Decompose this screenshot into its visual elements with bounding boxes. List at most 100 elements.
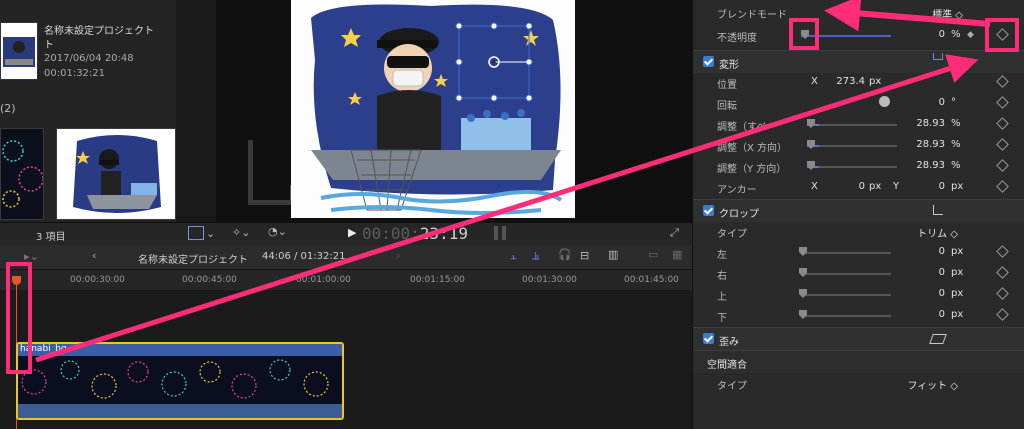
timeline-header: ▸⌄ ‹ 名称未設定プロジェクト 44:06 / 01:32:21 › ⫠ ⫡ …	[0, 245, 692, 270]
rotation-value[interactable]: 0	[913, 97, 945, 108]
transform-section-header[interactable]: 変形	[693, 50, 1024, 73]
scale-all-slider-knob[interactable]	[807, 119, 815, 128]
blend-mode-value[interactable]: 標準 ◇	[923, 6, 963, 21]
crop-left-unit: px	[951, 246, 964, 257]
index-icon[interactable]: ▭	[648, 248, 658, 261]
crop-top-unit: px	[951, 288, 964, 299]
distort-section-header[interactable]: 歪み	[693, 327, 1024, 350]
project-name: 名称未設定プロジェクト	[44, 26, 154, 37]
forward-arrow-icon[interactable]: ›	[396, 249, 400, 262]
project-thumbnail[interactable]	[0, 22, 38, 80]
crop-left-slider-knob[interactable]	[799, 247, 807, 256]
opacity-value[interactable]: 0	[913, 29, 945, 40]
scale-y-unit: %	[951, 160, 961, 171]
viewer-frame[interactable]	[291, 0, 575, 218]
crop-top-slider[interactable]	[801, 294, 891, 296]
spatial-type-value[interactable]: フィット ◇	[893, 377, 958, 392]
scale-x-keyframe-button[interactable]	[996, 138, 1009, 151]
clip-thumbnail-fireworks[interactable]	[0, 128, 44, 220]
scale-y-value[interactable]: 28.93	[905, 160, 945, 171]
blend-mode-row[interactable]: ブレンドモード 標準 ◇	[693, 4, 1024, 25]
crop-top-keyframe-button[interactable]	[996, 287, 1009, 300]
scale-y-keyframe-button[interactable]	[996, 159, 1009, 172]
crop-checkbox[interactable]	[703, 205, 714, 216]
crop-bottom-slider-knob[interactable]	[799, 310, 807, 319]
rotation-dial-icon[interactable]	[879, 96, 890, 107]
clip-thumbnail-thief[interactable]	[56, 128, 176, 220]
distort-onscreen-icon[interactable]	[929, 334, 947, 344]
back-arrow-icon[interactable]: ‹	[92, 249, 96, 262]
clip-title-bar	[18, 344, 342, 356]
scale-all-keyframe-button[interactable]	[996, 117, 1009, 130]
headphones-icon[interactable]: 🎧	[558, 248, 572, 261]
ruler-mark: 00:00:30:00	[70, 275, 125, 285]
audio-skimming-icon[interactable]: ⫠	[510, 249, 517, 263]
crop-top-label: 上	[717, 292, 727, 303]
transform-onscreen-icon[interactable]	[933, 53, 943, 60]
position-x-value[interactable]: 273.4	[825, 76, 865, 87]
viewer-timecode[interactable]: 00:00:23:19	[362, 224, 468, 243]
scale-y-slider[interactable]	[807, 166, 897, 168]
position-keyframe-button[interactable]	[996, 75, 1009, 88]
crop-bottom-value[interactable]: 0	[913, 309, 945, 320]
scale-x-slider[interactable]	[807, 145, 897, 147]
crop-bottom-unit: px	[951, 309, 964, 320]
timeline-clip[interactable]: hanabi_bg	[16, 342, 344, 420]
crop-right-row: 右 0 px	[693, 263, 1024, 284]
scale-x-slider-knob[interactable]	[807, 140, 815, 149]
crop-left-label: 左	[717, 250, 727, 261]
fullscreen-icon[interactable]: ⤢	[670, 226, 679, 240]
scale-all-label: 調整（すべ	[717, 122, 767, 133]
crop-onscreen-icon[interactable]	[933, 205, 943, 215]
scale-y-slider-knob[interactable]	[807, 161, 815, 170]
crop-bottom-keyframe-button[interactable]	[996, 308, 1009, 321]
crop-bottom-slider[interactable]	[801, 315, 891, 317]
anchor-keyframe-button[interactable]	[996, 180, 1009, 193]
crop-left-value[interactable]: 0	[913, 246, 945, 257]
opacity-label: 不透明度	[717, 33, 757, 44]
crop-right-keyframe-button[interactable]	[996, 266, 1009, 279]
distort-checkbox[interactable]	[703, 333, 714, 344]
scale-all-row: 調整（すべ 28.93 %	[693, 114, 1024, 135]
crop-top-slider-knob[interactable]	[799, 289, 807, 298]
crop-section-header[interactable]: クロップ	[693, 199, 1024, 222]
crop-right-slider-knob[interactable]	[799, 268, 807, 277]
speed-gauge-icon[interactable]: ◔⌄	[268, 225, 287, 238]
magic-wand-icon[interactable]: ✧⌄	[232, 226, 250, 239]
position-x-label: X	[811, 76, 818, 87]
transform-checkbox[interactable]	[703, 56, 714, 67]
effects-browser-icon[interactable]: ▦	[672, 248, 682, 261]
library-browser: 名称未設定プロジェクト ト 2017/06/04 20:48 00:01:32:…	[0, 0, 176, 222]
timeline-ruler[interactable]: 00:00:30:00 00:00:45:00 00:01:00:00 00:0…	[0, 270, 692, 291]
anchor-y-label: Y	[893, 181, 900, 192]
skimming-icon[interactable]: ⫡	[532, 249, 539, 263]
crop-right-value[interactable]: 0	[913, 267, 945, 278]
rotation-unit: °	[951, 97, 956, 108]
play-icon[interactable]: ▶	[348, 226, 356, 239]
pause-bar-icon-2	[502, 226, 506, 240]
blend-mode-label: ブレンドモード	[717, 10, 787, 21]
crop-type-value[interactable]: トリム ◇	[903, 225, 958, 240]
crop-right-slider[interactable]	[801, 273, 891, 275]
crop-left-keyframe-button[interactable]	[996, 245, 1009, 258]
rotation-keyframe-button[interactable]	[996, 96, 1009, 109]
keyframe-nav-icon[interactable]: ◆	[967, 30, 974, 40]
spatial-type-label: タイプ	[717, 381, 747, 392]
crop-top-value[interactable]: 0	[913, 288, 945, 299]
project-duration: 00:01:32:21	[44, 68, 106, 79]
view-options-icon[interactable]	[188, 226, 204, 240]
anchor-x-value[interactable]: 0	[827, 181, 865, 192]
scale-y-row: 調整（Y 方向） 28.93 %	[693, 156, 1024, 177]
chevron-down-icon[interactable]: ⌄	[206, 227, 215, 240]
spatial-conform-section-header: 空間適合	[693, 350, 1024, 373]
anchor-y-value[interactable]: 0	[907, 181, 945, 192]
solo-icon[interactable]: ⊟	[580, 249, 589, 262]
scale-all-slider[interactable]	[807, 124, 897, 126]
clip-appearance-icon[interactable]: ▥	[608, 248, 618, 261]
viewer-toolbar: 3 項目 ⌄ ✧⌄ ◔⌄ ▶ 00:00:23:19 ⤢	[0, 222, 692, 245]
scale-x-value[interactable]: 28.93	[905, 139, 945, 150]
crop-left-slider[interactable]	[801, 252, 891, 254]
scale-all-value[interactable]: 28.93	[905, 118, 945, 129]
crop-right-unit: px	[951, 267, 964, 278]
anchor-x-label: X	[811, 181, 818, 192]
